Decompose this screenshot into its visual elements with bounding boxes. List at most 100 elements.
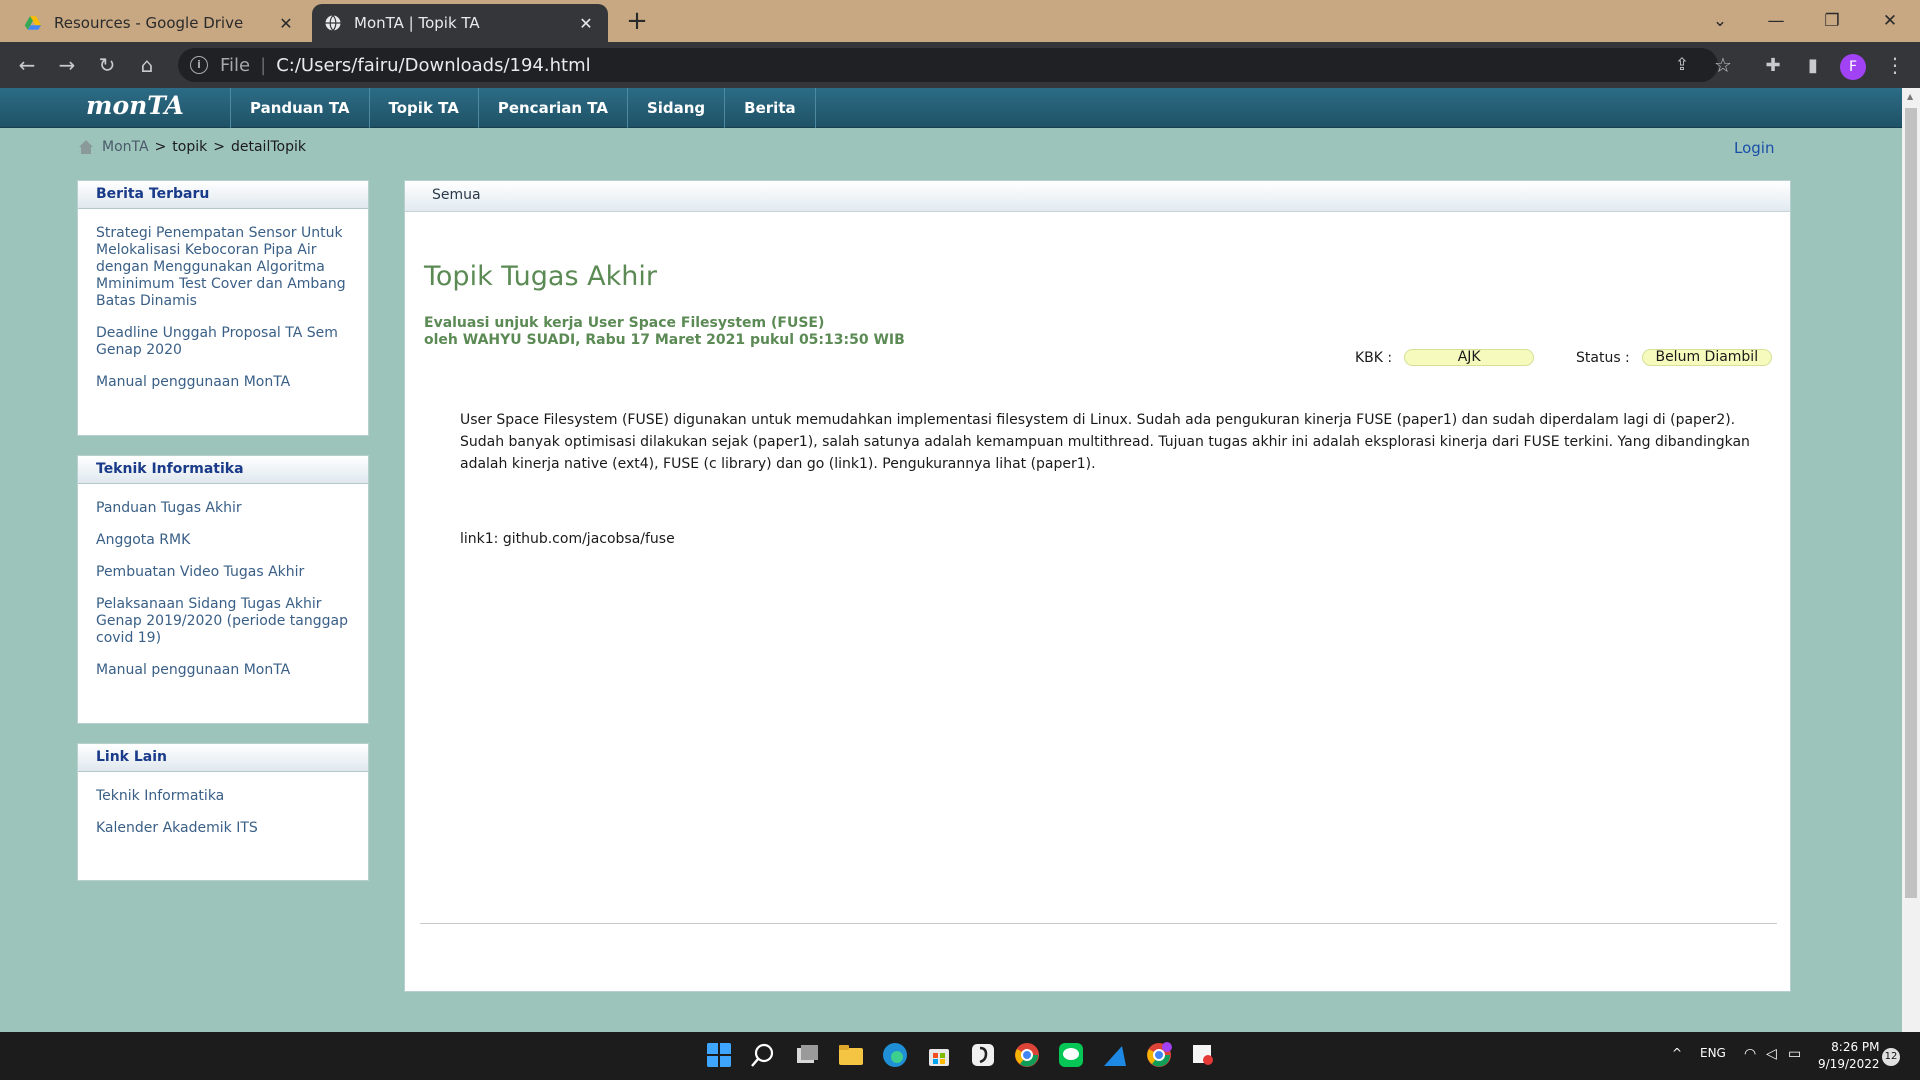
topic-detail-panel: Semua Topik Tugas Akhir Evaluasi unjuk k… bbox=[404, 180, 1791, 992]
sidebox-title: Berita Terbaru bbox=[78, 181, 368, 209]
tab-semua[interactable]: Semua bbox=[432, 187, 481, 203]
sidebar-link[interactable]: Teknik Informatika bbox=[96, 788, 352, 805]
minimize-button[interactable]: — bbox=[1752, 0, 1800, 42]
battery-icon[interactable]: ▭ bbox=[1788, 1046, 1801, 1062]
notification-badge[interactable]: 12 bbox=[1882, 1048, 1900, 1066]
chevron-up-icon[interactable]: ^ bbox=[1672, 1046, 1682, 1060]
nav-item-panduan-ta[interactable]: Panduan TA bbox=[230, 88, 369, 128]
nav-item-topik-ta[interactable]: Topik TA bbox=[368, 88, 478, 128]
clock-time: 8:26 PM bbox=[1831, 1040, 1880, 1054]
forward-icon[interactable]: → bbox=[52, 50, 82, 80]
reload-icon[interactable]: ↻ bbox=[92, 50, 122, 80]
close-icon[interactable]: ✕ bbox=[276, 14, 296, 33]
address-divider: | bbox=[260, 54, 267, 76]
reference-link: link1: github.com/jacobsa/fuse bbox=[460, 531, 675, 547]
side-panel-icon[interactable]: ▮ bbox=[1798, 50, 1828, 80]
browser-toolbar: ← → ↻ ⌂ i File | C:/Users/fairu/Download… bbox=[0, 42, 1920, 88]
topic-heading: Evaluasi unjuk kerja User Space Filesyst… bbox=[424, 315, 905, 349]
page-scrollbar[interactable]: ▲ bbox=[1902, 88, 1920, 1032]
tab-google-drive[interactable]: Resources - Google Drive ✕ bbox=[12, 4, 308, 42]
status-label: Status : bbox=[1576, 349, 1630, 366]
page-title: Topik Tugas Akhir bbox=[424, 261, 657, 292]
google-drive-icon bbox=[24, 16, 42, 30]
status-badge: Belum Diambil bbox=[1641, 349, 1772, 366]
sidebar-link[interactable]: Kalender Akademik ITS bbox=[96, 820, 352, 837]
kbk-label: KBK : bbox=[1355, 349, 1393, 366]
site-logo[interactable]: monTA bbox=[86, 91, 184, 120]
status-field: Status : Belum Diambil bbox=[1576, 349, 1772, 366]
sidebox-link-lain: Link Lain Teknik Informatika Kalender Ak… bbox=[77, 743, 369, 881]
chrome-icon[interactable] bbox=[1014, 1042, 1040, 1068]
news-link[interactable]: Manual penggunaan MonTA bbox=[96, 374, 352, 391]
home-icon bbox=[79, 140, 93, 154]
breadcrumb: MonTA > topik > detailTopik bbox=[78, 139, 306, 155]
extensions-icon[interactable]: ✚ bbox=[1758, 50, 1788, 80]
kbk-badge: AJK bbox=[1404, 349, 1535, 366]
tab-title: MonTA | Topik TA bbox=[354, 14, 480, 32]
store-icon[interactable] bbox=[926, 1042, 952, 1068]
globe-icon bbox=[325, 15, 341, 31]
panel-tabbar: Semua bbox=[405, 181, 1790, 212]
back-icon[interactable]: ← bbox=[12, 50, 42, 80]
sidebar-link[interactable]: Anggota RMK bbox=[96, 532, 352, 549]
breadcrumb-monta[interactable]: MonTA bbox=[102, 139, 149, 155]
line-icon[interactable] bbox=[1058, 1042, 1084, 1068]
divider bbox=[420, 923, 1777, 924]
scroll-thumb[interactable] bbox=[1905, 108, 1917, 898]
news-link[interactable]: Deadline Unggah Proposal TA Sem Genap 20… bbox=[96, 325, 352, 359]
topic-byline: oleh WAHYU SUADI, Rabu 17 Maret 2021 puk… bbox=[424, 332, 905, 348]
file-explorer-icon[interactable] bbox=[838, 1042, 864, 1068]
windows-taskbar: ^ ENG ◠ ◁ ▭ 8:26 PM 9/19/2022 12 bbox=[0, 1032, 1920, 1080]
sidebar-link[interactable]: Manual penggunaan MonTA bbox=[96, 662, 352, 679]
sidebox-berita-terbaru: Berita Terbaru Strategi Penempatan Senso… bbox=[77, 180, 369, 436]
clock-date: 9/19/2022 bbox=[1818, 1057, 1880, 1071]
breadcrumb-topik[interactable]: topik bbox=[172, 139, 207, 155]
taskbar-clock[interactable]: 8:26 PM 9/19/2022 bbox=[1818, 1039, 1880, 1073]
nav-item-berita[interactable]: Berita bbox=[724, 88, 816, 128]
app-icon[interactable] bbox=[970, 1042, 996, 1068]
language-indicator[interactable]: ENG bbox=[1700, 1046, 1726, 1060]
restore-button[interactable]: ❐ bbox=[1808, 0, 1856, 42]
new-tab-button[interactable]: + bbox=[622, 6, 652, 36]
login-link[interactable]: Login bbox=[1734, 139, 1774, 157]
scroll-up-icon[interactable]: ▲ bbox=[1907, 92, 1913, 101]
news-link[interactable]: Strategi Penempatan Sensor Untuk Melokal… bbox=[96, 225, 352, 310]
address-scheme: File bbox=[220, 54, 251, 76]
search-icon[interactable] bbox=[750, 1042, 776, 1068]
sidebar-link[interactable]: Panduan Tugas Akhir bbox=[96, 500, 352, 517]
nav-item-pencarian-ta[interactable]: Pencarian TA bbox=[477, 88, 627, 128]
address-bar[interactable]: i File | C:/Users/fairu/Downloads/194.ht… bbox=[178, 48, 1718, 82]
tab-monta[interactable]: MonTA | Topik TA ✕ bbox=[312, 4, 608, 42]
wifi-icon[interactable]: ◠ bbox=[1744, 1046, 1756, 1062]
home-icon[interactable]: ⌂ bbox=[132, 50, 162, 80]
close-icon[interactable]: ✕ bbox=[576, 14, 596, 33]
nav-item-sidang[interactable]: Sidang bbox=[626, 88, 724, 128]
topic-title: Evaluasi unjuk kerja User Space Filesyst… bbox=[424, 315, 825, 331]
snipping-tool-icon[interactable] bbox=[1190, 1042, 1216, 1068]
info-icon[interactable]: i bbox=[190, 56, 208, 74]
breadcrumb-detail-topik: detailTopik bbox=[230, 139, 306, 155]
menu-kebab-icon[interactable]: ⋮ bbox=[1880, 50, 1910, 80]
sidebox-title: Link Lain bbox=[78, 744, 368, 772]
tab-title: Resources - Google Drive bbox=[54, 14, 244, 32]
sidebox-title: Teknik Informatika bbox=[78, 456, 368, 484]
profile-avatar[interactable]: F bbox=[1840, 54, 1866, 80]
edge-icon[interactable] bbox=[882, 1042, 908, 1068]
sidebar-link[interactable]: Pelaksanaan Sidang Tugas Akhir Genap 201… bbox=[96, 596, 352, 647]
close-window-button[interactable]: ✕ bbox=[1866, 0, 1914, 42]
browser-tab-strip: Resources - Google Drive ✕ MonTA | Topik… bbox=[0, 0, 1920, 42]
kbk-field: KBK : AJK bbox=[1355, 349, 1535, 366]
bookmark-star-icon[interactable]: ☆ bbox=[1708, 50, 1738, 80]
task-view-icon[interactable] bbox=[794, 1042, 820, 1068]
volume-icon[interactable]: ◁ bbox=[1766, 1046, 1777, 1062]
app-icon[interactable] bbox=[1102, 1042, 1128, 1068]
address-url: C:/Users/fairu/Downloads/194.html bbox=[276, 54, 591, 76]
windows-start-icon[interactable] bbox=[706, 1042, 732, 1068]
share-icon[interactable]: ⇪ bbox=[1667, 50, 1697, 80]
sidebox-teknik-informatika: Teknik Informatika Panduan Tugas Akhir A… bbox=[77, 455, 369, 724]
site-navbar: monTA Panduan TA Topik TA Pencarian TA S… bbox=[0, 88, 1902, 128]
sidebar-link[interactable]: Pembuatan Video Tugas Akhir bbox=[96, 564, 352, 581]
tab-search-icon[interactable]: ⌄ bbox=[1696, 0, 1744, 42]
chrome-profile-icon[interactable] bbox=[1146, 1042, 1172, 1068]
nav-menu: Panduan TA Topik TA Pencarian TA Sidang … bbox=[230, 88, 816, 128]
